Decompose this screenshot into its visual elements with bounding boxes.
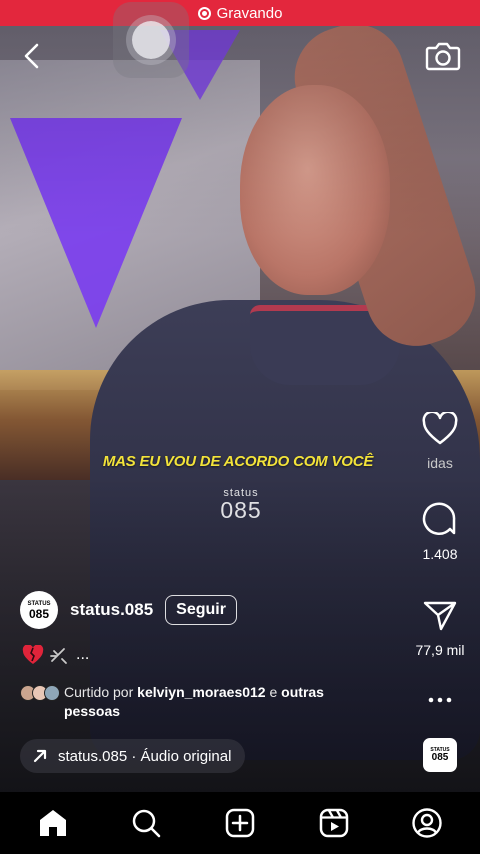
liked-others[interactable]: outras — [281, 684, 324, 700]
record-icon — [197, 6, 211, 20]
likes-count: idas — [427, 455, 453, 471]
tab-home[interactable] — [29, 799, 77, 847]
watermark-big-text: 085 — [220, 497, 262, 523]
home-icon — [39, 810, 66, 836]
plus-square-icon — [225, 808, 255, 838]
more-button[interactable] — [400, 690, 480, 710]
assistive-touch-icon — [132, 21, 170, 59]
tab-create[interactable] — [216, 799, 264, 847]
send-icon — [423, 601, 457, 631]
post-description[interactable]: ... — [22, 645, 89, 665]
liked-others2[interactable]: pessoas — [64, 703, 120, 719]
shares-count: 77,9 mil — [415, 642, 465, 658]
arrow-up-right-icon — [33, 749, 47, 763]
tab-profile[interactable] — [403, 799, 451, 847]
back-button[interactable] — [18, 40, 46, 72]
tab-reels[interactable] — [310, 799, 358, 847]
comment-button[interactable]: 1.408 — [400, 502, 480, 562]
sparkle-icon — [50, 648, 67, 664]
chevron-left-icon — [24, 43, 39, 69]
avatar-line2: 085 — [28, 606, 50, 621]
audio-thumbnail[interactable]: STATUS 085 — [423, 738, 457, 772]
liked-by-text: Curtido por kelviyn_moraes012 e outras p… — [64, 683, 384, 721]
post-author-row: STATUS 085 status.085 Seguir — [20, 591, 237, 629]
recording-label: Gravando — [216, 4, 283, 22]
audio-label: status.085 · Áudio original — [58, 747, 232, 765]
heart-icon — [422, 412, 458, 445]
description-suffix: ... — [76, 646, 90, 663]
reel-video[interactable] — [0, 0, 480, 792]
camera-button[interactable] — [424, 39, 462, 73]
video-subtitle-text: MAS EU VOU DE ACORDO COM VOCÊ — [102, 453, 374, 470]
audio-link[interactable]: status.085 · Áudio original — [20, 739, 246, 773]
search-icon — [133, 809, 161, 838]
camera-icon — [425, 42, 461, 71]
bottom-tab-bar — [0, 792, 480, 854]
comment-icon — [422, 502, 456, 535]
video-shade — [0, 0, 480, 792]
recording-bar: Gravando — [0, 0, 480, 26]
liked-conj: e — [269, 684, 278, 700]
share-button[interactable]: 77,9 mil — [400, 600, 480, 658]
audio-thumb-line2: 085 — [431, 752, 449, 763]
liked-user[interactable]: kelviyn_moraes012 — [137, 684, 265, 700]
more-icon — [428, 697, 452, 703]
username[interactable]: status.085 — [70, 600, 153, 620]
tab-search[interactable] — [122, 799, 170, 847]
liked-prefix: Curtido por — [64, 684, 134, 700]
video-watermark: status 085 — [206, 488, 276, 523]
follow-button[interactable]: Seguir — [165, 595, 237, 625]
broken-heart-icon — [22, 645, 44, 664]
assistive-touch-button[interactable] — [113, 2, 189, 78]
reels-icon — [319, 808, 348, 838]
liked-by-row[interactable]: Curtido por kelviyn_moraes012 e outras p… — [20, 683, 384, 721]
like-button[interactable]: idas — [400, 412, 480, 471]
liker-avatar — [44, 685, 60, 701]
comments-count: 1.408 — [422, 546, 458, 562]
avatar[interactable]: STATUS 085 — [20, 591, 58, 629]
profile-icon — [412, 808, 442, 838]
liked-by-avatars — [20, 685, 60, 701]
